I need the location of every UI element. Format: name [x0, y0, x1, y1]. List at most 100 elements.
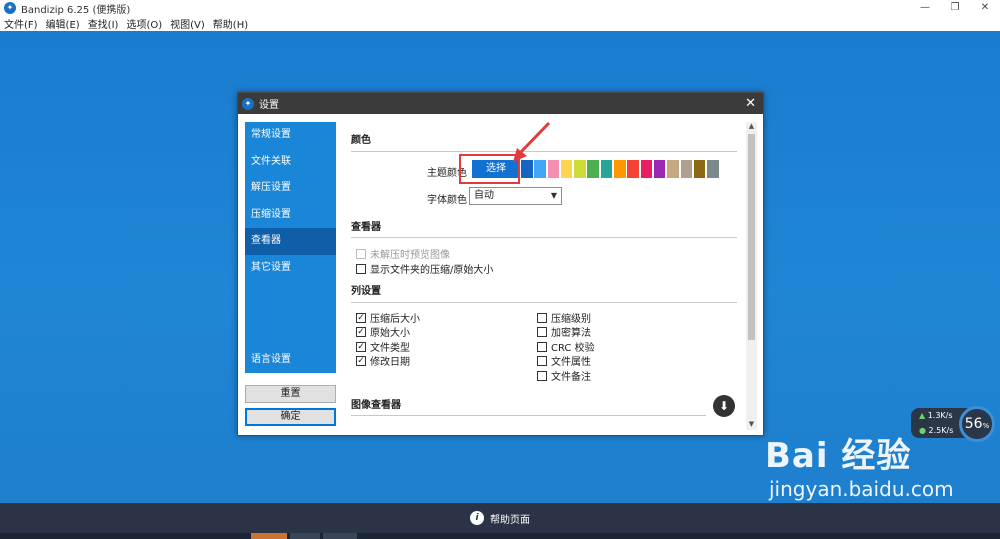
sidebar-item-general[interactable]: 常规设置 [245, 122, 336, 149]
checkbox[interactable] [537, 326, 547, 337]
option-label: 加密算法 [551, 328, 591, 339]
color-swatch[interactable] [587, 160, 599, 178]
watermark-brand: Bai 经验 [765, 436, 912, 476]
checkbox[interactable] [356, 248, 366, 259]
chevron-down-icon: ▼ [550, 191, 557, 200]
menu-find[interactable]: 查找(I) [88, 16, 119, 31]
checkbox[interactable] [356, 263, 366, 274]
sidebar-item-other[interactable]: 其它设置 [245, 255, 336, 282]
dialog-title: 设置 [259, 100, 279, 111]
font-color-select[interactable]: 自动 ▼ [469, 187, 562, 205]
bandizip-dialog-icon: ✦ [242, 97, 254, 110]
menu-help[interactable]: 帮助(H) [213, 16, 248, 31]
font-color-label: 字体颜色 [427, 195, 467, 206]
ok-button[interactable]: 确定 [245, 408, 336, 426]
settings-content: 颜色 主题颜色 选择 字体颜色 自动 ▼ 查看器 未解压时预览图像 显示文件夹的… [344, 122, 746, 430]
content-scrollbar[interactable]: ▲ ▼ [746, 122, 757, 430]
menu-view[interactable]: 视图(V) [170, 16, 205, 31]
option-label: 压缩后大小 [370, 314, 420, 325]
column-option[interactable]: CRC 校验 [537, 339, 595, 354]
checkbox-checked[interactable]: ✓ [356, 326, 366, 337]
close-button[interactable]: ✕ [970, 0, 1000, 16]
window-titlebar: ✦ Bandizip 6.25 (便携版) — ❐ ✕ [0, 0, 1000, 16]
color-swatch[interactable] [693, 160, 706, 178]
option-label: CRC 校验 [551, 343, 595, 354]
option-label: 文件类型 [370, 343, 410, 354]
checkbox[interactable] [537, 370, 547, 381]
scroll-down-icon[interactable]: ▼ [746, 420, 757, 430]
section-divider [351, 415, 706, 416]
settings-sidebar: 常规设置 文件关联 解压设置 压缩设置 查看器 其它设置 语言设置 [245, 122, 336, 373]
section-divider [351, 237, 737, 238]
usage-gauge: 56% [959, 406, 995, 442]
color-swatch[interactable] [560, 160, 573, 178]
reset-button[interactable]: 重置 [245, 385, 336, 403]
watermark-url: jingyan.baidu.com [769, 477, 954, 501]
scroll-down-circle-icon[interactable]: ⬇ [713, 395, 735, 417]
upload-speed-value: 1.3K/s [927, 411, 953, 420]
checkbox[interactable] [537, 355, 547, 366]
usage-unit: % [982, 422, 990, 430]
column-option[interactable]: ✓ 文件类型 [356, 339, 410, 354]
font-color-value: 自动 [474, 190, 494, 201]
column-option[interactable]: 加密算法 [537, 324, 591, 339]
red-arrow-icon [513, 121, 551, 162]
column-option[interactable]: 压缩级别 [537, 310, 591, 325]
option-label: 文件备注 [551, 372, 591, 383]
sidebar-item-language[interactable]: 语言设置 [245, 347, 336, 374]
color-swatch[interactable] [640, 160, 653, 178]
checkbox-checked[interactable]: ✓ [356, 341, 366, 352]
info-icon: i [470, 511, 484, 525]
checkbox[interactable] [537, 341, 547, 352]
column-option[interactable]: ✓ 修改日期 [356, 353, 410, 368]
column-option[interactable]: 文件备注 [537, 368, 591, 383]
checkbox-checked[interactable]: ✓ [356, 355, 366, 366]
option-preview-image[interactable]: 未解压时预览图像 [356, 246, 450, 261]
color-swatch[interactable] [707, 160, 719, 178]
option-label: 文件属性 [551, 357, 591, 368]
scroll-up-icon[interactable]: ▲ [746, 122, 757, 132]
help-label[interactable]: 帮助页面 [490, 511, 530, 526]
checkbox[interactable] [537, 312, 547, 323]
color-swatch[interactable] [614, 160, 626, 178]
taskbar-app[interactable] [290, 533, 320, 539]
section-image-viewer-title: 图像查看器 [351, 400, 401, 411]
dialog-close-icon[interactable]: ✕ [745, 96, 756, 111]
column-option[interactable]: 文件属性 [537, 353, 591, 368]
section-columns-title: 列设置 [351, 286, 381, 297]
column-option[interactable]: ✓ 原始大小 [356, 324, 410, 339]
color-swatch[interactable] [653, 160, 666, 178]
baidu-watermark: Bai 经验 jingyan.baidu.com [765, 428, 954, 501]
help-bar[interactable]: i 帮助页面 [0, 503, 1000, 533]
color-swatch[interactable] [600, 160, 613, 178]
color-swatch[interactable] [574, 160, 586, 178]
menu-options[interactable]: 选项(O) [126, 16, 162, 31]
checkbox-checked[interactable]: ✓ [356, 312, 366, 323]
sidebar-item-extract[interactable]: 解压设置 [245, 175, 336, 202]
maximize-button[interactable]: ❐ [940, 0, 970, 16]
option-label: 显示文件夹的压缩/原始大小 [370, 265, 494, 276]
taskbar-app[interactable] [323, 533, 357, 539]
upload-arrow-icon: ▲ [919, 411, 926, 420]
sidebar-item-compress[interactable]: 压缩设置 [245, 202, 336, 229]
section-color-title: 颜色 [351, 135, 371, 146]
menu-edit[interactable]: 编辑(E) [46, 16, 80, 31]
menu-file[interactable]: 文件(F) [4, 16, 38, 31]
minimize-button[interactable]: — [910, 0, 940, 16]
color-swatch[interactable] [667, 160, 679, 178]
taskbar-app[interactable] [251, 533, 287, 539]
taskbar [0, 533, 1000, 539]
section-viewer-title: 查看器 [351, 222, 381, 233]
usage-percent: 56 [964, 416, 983, 432]
sidebar-item-viewer[interactable]: 查看器 [245, 228, 336, 255]
option-folder-size[interactable]: 显示文件夹的压缩/原始大小 [356, 261, 493, 276]
column-option[interactable]: ✓ 压缩后大小 [356, 310, 420, 325]
scrollbar-thumb[interactable] [748, 134, 755, 340]
window-title: Bandizip 6.25 (便携版) [21, 4, 131, 16]
option-label: 原始大小 [370, 328, 410, 339]
menu-bar: 文件(F) 编辑(E) 查找(I) 选项(O) 视图(V) 帮助(H) [0, 16, 1000, 31]
settings-dialog: ✦ 设置 ✕ 常规设置 文件关联 解压设置 压缩设置 查看器 其它设置 语言设置… [237, 92, 764, 436]
sidebar-item-file-association[interactable]: 文件关联 [245, 149, 336, 176]
color-swatch[interactable] [627, 160, 639, 178]
color-swatch[interactable] [680, 160, 693, 178]
